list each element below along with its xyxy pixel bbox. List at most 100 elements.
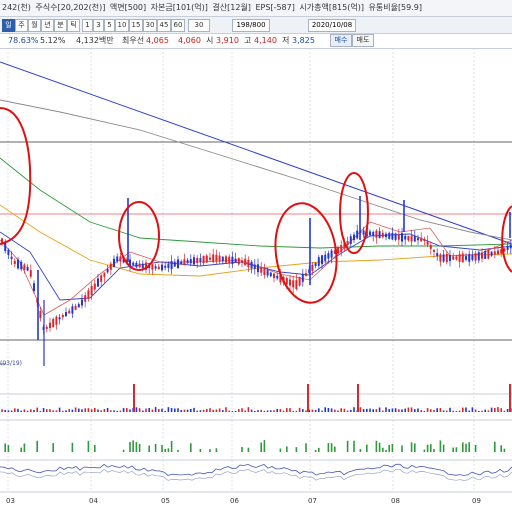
- indicator-bar: [439, 440, 442, 452]
- candle-body: [97, 278, 99, 287]
- volume-bar: [263, 410, 266, 412]
- volume-bar: [78, 408, 80, 412]
- volume-bar: [254, 410, 256, 412]
- period-minute-button[interactable]: 분: [54, 19, 67, 32]
- volume-bar: [366, 408, 368, 412]
- info-capital: 자본금[101(억)]: [150, 3, 208, 12]
- candle-body: [391, 233, 394, 240]
- indicator-bar: [260, 442, 262, 452]
- volume-bar: [260, 409, 262, 412]
- candle-body: [26, 267, 29, 271]
- candle-body: [493, 251, 496, 255]
- indicator-bar: [4, 443, 6, 452]
- candle-body: [170, 261, 173, 270]
- data-count-field[interactable]: 198/800: [232, 19, 270, 32]
- candle-body: [250, 261, 253, 269]
- candle-body: [186, 260, 189, 264]
- candle-body: [109, 263, 112, 270]
- buy-order-button[interactable]: 매수: [330, 34, 352, 47]
- trade-volume: 4,132백만: [76, 36, 114, 45]
- volume-bar: [298, 407, 301, 412]
- volume-bar: [71, 409, 74, 412]
- period-week-button[interactable]: 주: [15, 19, 28, 32]
- volume-bar: [49, 409, 51, 412]
- volume-bar: [506, 409, 509, 412]
- volume-bar: [305, 410, 307, 412]
- volume-bar: [388, 409, 390, 412]
- volume-bar: [14, 408, 16, 412]
- volume-bar: [10, 410, 13, 412]
- indicator-bar: [247, 447, 250, 452]
- volume-bar: [490, 407, 493, 412]
- volume-bar: [154, 407, 157, 412]
- candle-body: [103, 272, 106, 277]
- info-float-ratio: 유통비율[59.9]: [368, 3, 423, 12]
- period-year-button[interactable]: 년: [41, 19, 54, 32]
- volume-bar: [110, 410, 112, 412]
- candle-body: [135, 262, 138, 268]
- candle-body: [231, 256, 234, 264]
- volume-bar: [36, 407, 38, 412]
- volume-bar: [142, 410, 144, 412]
- volume-bar: [129, 409, 131, 412]
- interval-30-button[interactable]: 30: [143, 19, 157, 32]
- volume-bar: [372, 409, 374, 412]
- volume-bar: [94, 407, 96, 412]
- indicator-bar: [215, 448, 218, 452]
- indicator-bar: [382, 447, 384, 452]
- x-tick-label: 09: [472, 497, 481, 505]
- indicator-bar: [375, 440, 378, 452]
- volume-bar: [382, 410, 384, 412]
- volume-bar: [74, 407, 77, 412]
- candle-body: [362, 230, 365, 235]
- interval-45-button[interactable]: 45: [157, 19, 171, 32]
- x-tick-label: 06: [230, 497, 239, 505]
- interval-10-button[interactable]: 10: [115, 19, 129, 32]
- interval-custom-select[interactable]: 30: [188, 19, 210, 32]
- interval-3-button[interactable]: 3: [93, 19, 104, 32]
- period-day-button[interactable]: 일: [2, 19, 15, 32]
- indicator-bar: [318, 447, 320, 452]
- indicator-bar: [177, 449, 179, 452]
- candle-body: [497, 250, 499, 255]
- period-tick-button[interactable]: 틱: [67, 19, 80, 32]
- volume-bar: [385, 407, 387, 412]
- volume-bar: [222, 410, 224, 412]
- volume-bar: [494, 407, 496, 412]
- candle-body: [324, 254, 327, 261]
- volume-bar: [474, 409, 477, 412]
- volume-bar: [417, 408, 419, 412]
- volume-bar: [87, 408, 90, 412]
- sell-order-button[interactable]: 매도: [352, 34, 374, 47]
- candle-body: [327, 253, 330, 259]
- candle-body: [247, 259, 250, 268]
- candle-body: [215, 254, 218, 262]
- date-field[interactable]: 2020/10/08: [308, 19, 356, 32]
- indicator-bar: [295, 447, 298, 452]
- volume-bar: [116, 410, 118, 412]
- order-option[interactable]: 최우선: [122, 34, 144, 48]
- indicator-bar: [199, 448, 202, 452]
- volume-bar: [330, 408, 333, 412]
- indicator-bar: [87, 440, 90, 452]
- volume-bar: [500, 408, 502, 412]
- candle-body: [52, 318, 55, 328]
- interval-60-button[interactable]: 60: [171, 19, 185, 32]
- indicator-bar: [423, 449, 426, 452]
- volume-bar: [337, 410, 339, 412]
- candle-body: [269, 272, 272, 277]
- interval-5-button[interactable]: 5: [104, 19, 115, 32]
- interval-15-button[interactable]: 15: [129, 19, 143, 32]
- candle-body: [468, 254, 471, 262]
- price-value-1: 4,065: [146, 36, 169, 45]
- volume-bar: [20, 410, 22, 412]
- volume-bar: [266, 410, 269, 412]
- candle-body: [58, 317, 61, 320]
- candle-body: [375, 230, 378, 238]
- candle-body: [289, 279, 291, 286]
- volume-bar: [487, 410, 490, 412]
- volume-bar: [164, 410, 166, 412]
- candle-body: [4, 242, 7, 251]
- period-month-button[interactable]: 월: [28, 19, 41, 32]
- interval-1-button[interactable]: 1: [82, 19, 93, 32]
